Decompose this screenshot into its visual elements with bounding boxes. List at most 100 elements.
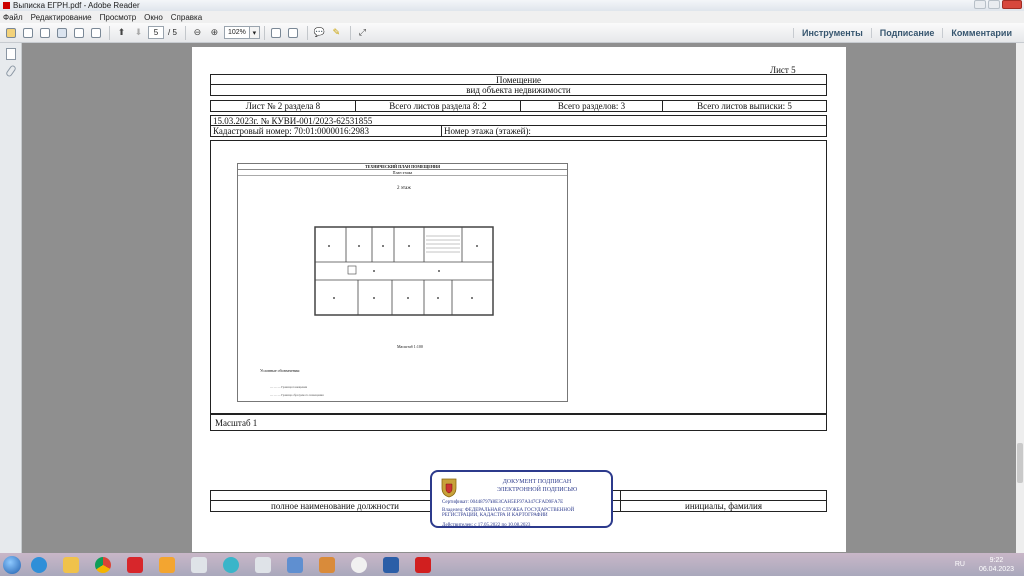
plan-floor-label: 2 этаж bbox=[397, 186, 411, 191]
header-object-type: вид объекта недвижимости bbox=[210, 85, 827, 96]
zoom-input[interactable]: 102% bbox=[223, 26, 250, 39]
zoom-out-button[interactable]: ⊖ bbox=[190, 26, 205, 40]
yandex-icon bbox=[351, 556, 367, 573]
taskbar-app[interactable] bbox=[216, 554, 246, 575]
toolbar-separator bbox=[263, 25, 265, 40]
comments-link[interactable]: Комментарии bbox=[942, 28, 1020, 38]
start-button[interactable] bbox=[0, 553, 24, 576]
pencil-icon bbox=[39, 27, 50, 38]
task-pane-links: Инструменты Подписание Комментарии bbox=[792, 23, 1020, 43]
internet-explorer-icon bbox=[31, 556, 47, 573]
steam-icon bbox=[255, 556, 271, 573]
arrow-up-icon: ⬆ bbox=[117, 27, 126, 37]
stamp-owner: Владелец: ФЕДЕРАЛЬНАЯ СЛУЖБА ГОСУДАРСТВЕ… bbox=[442, 508, 575, 518]
menu-window[interactable]: Окно bbox=[144, 13, 163, 22]
next-page-button[interactable]: ⬇ bbox=[131, 26, 146, 40]
highlighter-icon: ✎ bbox=[332, 27, 341, 37]
taskbar-app[interactable] bbox=[376, 554, 406, 575]
sheet-info-cell: Всего листов выписки: 5 bbox=[697, 101, 792, 111]
taskbar-app[interactable] bbox=[24, 554, 54, 575]
stamp-validity: Действителен: с 17.05.2022 по 10.08.2023 bbox=[442, 523, 531, 528]
outlook-icon bbox=[159, 556, 175, 573]
fullscreen-button[interactable]: ⤢ bbox=[355, 26, 370, 40]
speech-bubble-icon: 💬 bbox=[313, 27, 326, 37]
folder-icon bbox=[5, 27, 16, 38]
zoom-in-button[interactable]: ⊕ bbox=[207, 26, 222, 40]
floor-number: Номер этажа (этажей): bbox=[444, 126, 531, 136]
attachment-icon[interactable] bbox=[4, 64, 17, 78]
calculator-icon bbox=[191, 556, 207, 573]
prev-page-button[interactable]: ⬆ bbox=[114, 26, 129, 40]
comment-button[interactable]: 💬 bbox=[312, 26, 327, 40]
taskbar-app[interactable] bbox=[408, 554, 438, 575]
window-title: Выписка ЕГРН.pdf - Adobe Reader bbox=[13, 1, 140, 10]
date-number: 15.03.2023г. № КУВИ-001/2023-62531855 bbox=[213, 115, 373, 126]
sign-link[interactable]: Подписание bbox=[870, 28, 943, 38]
tools-link[interactable]: Инструменты bbox=[792, 28, 871, 38]
explorer-folder-icon bbox=[63, 556, 79, 573]
edit-button[interactable] bbox=[37, 26, 52, 40]
word-icon bbox=[383, 556, 399, 573]
create-pdf-button[interactable] bbox=[20, 26, 35, 40]
menu-edit[interactable]: Редактирование bbox=[31, 13, 92, 22]
taskbar-app[interactable] bbox=[152, 554, 182, 575]
menu-help[interactable]: Справка bbox=[171, 13, 202, 22]
fit-page-button[interactable] bbox=[269, 26, 284, 40]
open-button[interactable] bbox=[3, 26, 18, 40]
plan-legend-title: Условные обозначения: bbox=[260, 368, 301, 373]
fit-page-icon bbox=[271, 27, 282, 38]
menu-bar: Файл Редактирование Просмотр Окно Справк… bbox=[0, 11, 1024, 23]
save-button[interactable] bbox=[54, 26, 69, 40]
language-indicator[interactable]: RU bbox=[955, 561, 965, 568]
sheet-info-row: Лист № 2 раздела 8 Всего листов раздела … bbox=[210, 100, 827, 112]
clock[interactable]: 9:22 06.04.2023 bbox=[979, 556, 1014, 574]
taskbar-app[interactable] bbox=[248, 554, 278, 575]
vertical-scrollbar[interactable] bbox=[1016, 43, 1024, 553]
maximize-button[interactable] bbox=[988, 0, 1000, 9]
create-pdf-icon bbox=[22, 27, 33, 38]
clock-date: 06.04.2023 bbox=[978, 565, 1014, 573]
expand-icon: ⤢ bbox=[358, 27, 366, 37]
menu-file[interactable]: Файл bbox=[3, 13, 23, 22]
toolbar: ⬆ ⬇ 5 / 5 ⊖ ⊕ 102% ▾ 💬 ✎ ⤢ Инструменты П… bbox=[0, 23, 1024, 43]
fit-width-button[interactable] bbox=[286, 26, 301, 40]
toolbar-separator bbox=[306, 25, 308, 40]
plan-frame: ТЕХНИЧЕСКИЙ ПЛАН ПОМЕЩЕНИЯ План этажа 2 … bbox=[210, 140, 827, 414]
navigation-panel bbox=[0, 43, 22, 553]
plan-legend-item: — — — Граница образуемого помещения bbox=[270, 393, 324, 397]
sheet-info-cell: Всего листов раздела 8: 2 bbox=[356, 101, 521, 111]
arrow-down-icon: ⬇ bbox=[134, 27, 143, 37]
plus-icon: ⊕ bbox=[210, 27, 219, 37]
menu-view[interactable]: Просмотр bbox=[100, 13, 137, 22]
taskbar-app[interactable] bbox=[344, 554, 374, 575]
page-number-input[interactable]: 5 bbox=[148, 26, 164, 39]
taskbar-app[interactable] bbox=[280, 554, 310, 575]
signature-cell bbox=[621, 491, 826, 500]
taskbar-app[interactable] bbox=[56, 554, 86, 575]
close-button[interactable] bbox=[1002, 0, 1022, 9]
highlight-button[interactable]: ✎ bbox=[329, 26, 344, 40]
window-title-bar: Выписка ЕГРН.pdf - Adobe Reader bbox=[0, 0, 1024, 11]
technical-plan: ТЕХНИЧЕСКИЙ ПЛАН ПОМЕЩЕНИЯ План этажа 2 … bbox=[237, 163, 568, 402]
windows-orb-icon bbox=[3, 555, 21, 574]
header-line2: вид объекта недвижимости bbox=[466, 85, 571, 95]
minimize-button[interactable] bbox=[974, 0, 986, 9]
taskbar-app[interactable] bbox=[184, 554, 214, 575]
network-icon bbox=[287, 556, 303, 573]
opera-icon bbox=[127, 556, 143, 573]
system-tray: RU 9:22 06.04.2023 bbox=[955, 553, 1024, 576]
taskbar-app[interactable] bbox=[312, 554, 342, 575]
scrollbar-thumb[interactable] bbox=[1017, 443, 1023, 483]
email-button[interactable] bbox=[88, 26, 103, 40]
page-thumbnails-icon[interactable] bbox=[5, 48, 16, 60]
taskbar-app[interactable] bbox=[88, 554, 118, 575]
print-button[interactable] bbox=[71, 26, 86, 40]
page-total: / 5 bbox=[168, 28, 177, 37]
cadastral-row: Кадастровый номер: 70:01:0000016:2983 Но… bbox=[210, 126, 827, 137]
taskbar-app[interactable] bbox=[120, 554, 150, 575]
zoom-dropdown[interactable]: ▾ bbox=[249, 26, 260, 39]
document-viewer[interactable]: Лист 5 Помещение вид объекта недвижимост… bbox=[22, 43, 1024, 553]
electronic-signature-stamp: ДОКУМЕНТ ПОДПИСАН ЭЛЕКТРОННОЙ ПОДПИСЬЮ С… bbox=[430, 470, 613, 528]
save-icon bbox=[56, 27, 67, 38]
adobe-reader-icon bbox=[3, 2, 10, 9]
